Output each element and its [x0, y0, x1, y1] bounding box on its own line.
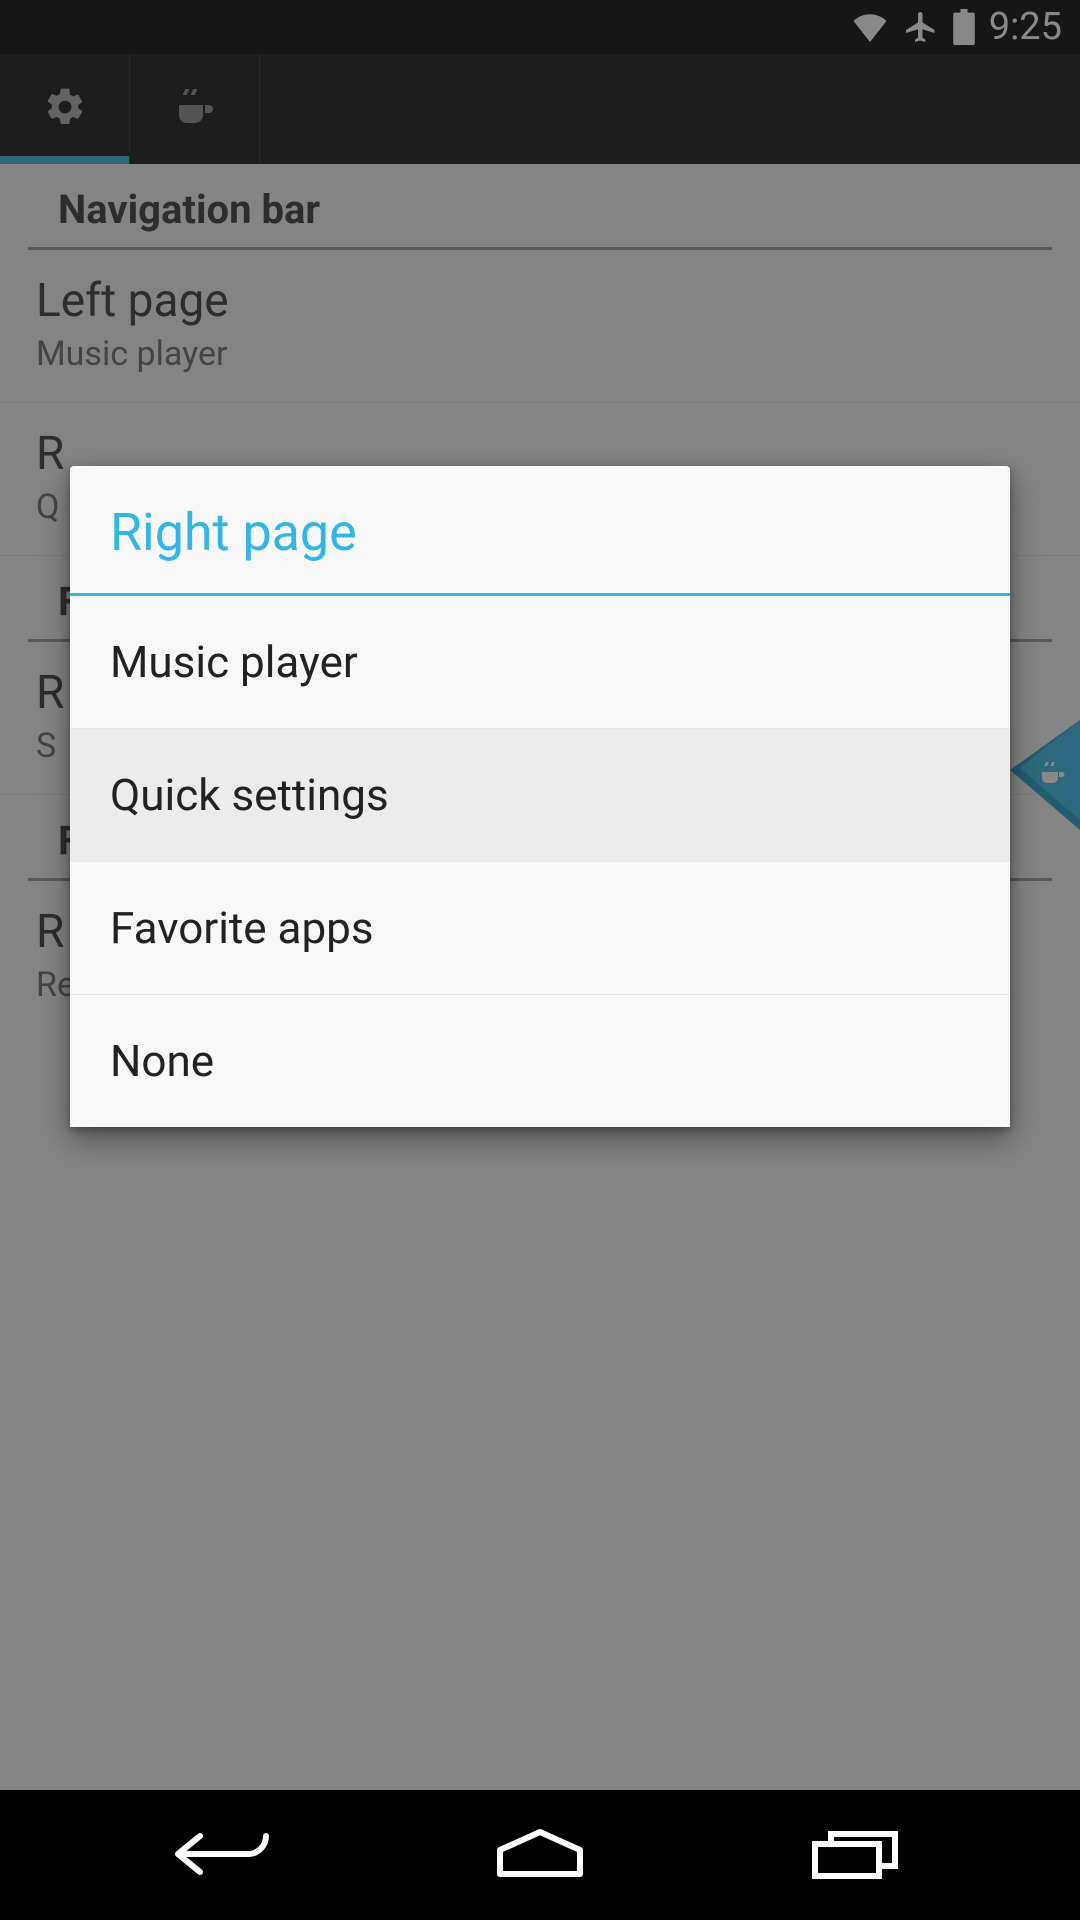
dialog-option-music-player[interactable]: Music player: [70, 596, 1010, 729]
dialog-title: Right page: [70, 466, 1010, 596]
home-button[interactable]: [450, 1820, 630, 1890]
recents-button[interactable]: [765, 1820, 945, 1890]
dialog-right-page: Right page Music player Quick settings F…: [70, 466, 1010, 1127]
dialog-option-quick-settings[interactable]: Quick settings: [70, 729, 1010, 862]
home-icon: [490, 1826, 590, 1885]
recents-icon: [805, 1826, 905, 1885]
dialog-option-favorite-apps[interactable]: Favorite apps: [70, 862, 1010, 995]
back-button[interactable]: [135, 1820, 315, 1890]
system-nav-bar: [0, 1790, 1080, 1920]
back-icon: [170, 1826, 280, 1885]
dialog-option-none[interactable]: None: [70, 995, 1010, 1127]
